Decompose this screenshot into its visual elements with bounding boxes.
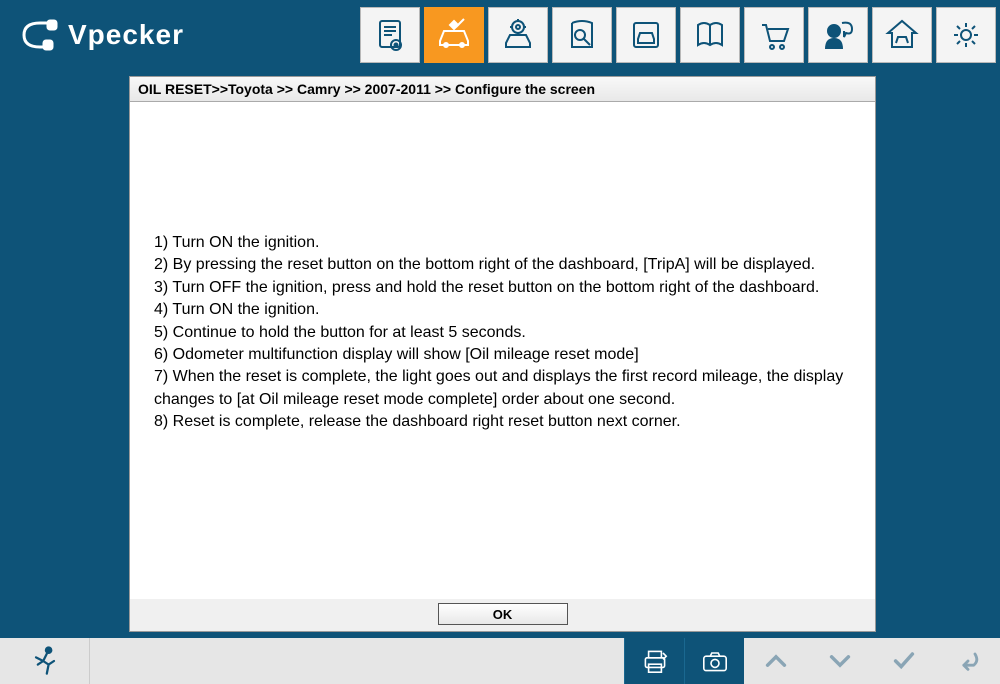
exit-button[interactable] <box>0 638 90 684</box>
toolbar-book[interactable] <box>680 7 740 63</box>
home-car-icon <box>882 15 922 55</box>
footer-actions <box>624 638 1000 684</box>
instruction-line: 7) When the reset is complete, the light… <box>154 366 851 411</box>
screenshot-button[interactable] <box>684 638 744 684</box>
instruction-line: 6) Odometer multifunction display will s… <box>154 344 851 366</box>
diagnose-car-icon <box>498 15 538 55</box>
logo-area: Vpecker <box>20 15 184 55</box>
instructions-text: 1) Turn ON the ignition. 2) By pressing … <box>130 102 875 599</box>
top-header: Vpecker <box>0 0 1000 72</box>
breadcrumb: OIL RESET>>Toyota >> Camry >> 2007-2011 … <box>130 77 875 102</box>
toolbar-diagnose[interactable] <box>488 7 548 63</box>
instruction-line: 5) Continue to hold the button for at le… <box>154 322 851 344</box>
vpecker-logo-icon <box>20 15 60 55</box>
content-area: OIL RESET>>Toyota >> Camry >> 2007-2011 … <box>0 72 1000 636</box>
app-name: Vpecker <box>68 19 184 51</box>
print-button[interactable] <box>624 638 684 684</box>
document-settings-icon <box>370 15 410 55</box>
car-record-icon <box>626 15 666 55</box>
footer-nav <box>744 638 1000 684</box>
bottom-footer <box>0 636 1000 684</box>
toolbar-search-book[interactable] <box>552 7 612 63</box>
ok-button[interactable]: OK <box>438 603 568 625</box>
toolbar-car-record[interactable] <box>616 7 676 63</box>
nav-down-button[interactable] <box>808 638 872 684</box>
camera-icon <box>699 645 731 677</box>
gear-icon <box>946 15 986 55</box>
back-arrow-icon <box>954 647 982 675</box>
toolbar-home[interactable] <box>872 7 932 63</box>
nav-ok-button[interactable] <box>872 638 936 684</box>
running-man-icon <box>27 643 63 679</box>
printer-icon <box>639 645 671 677</box>
car-wrench-icon <box>434 15 474 55</box>
book-icon <box>690 15 730 55</box>
toolbar-user-chat[interactable] <box>808 7 868 63</box>
chevron-up-icon <box>762 647 790 675</box>
top-toolbar <box>356 7 1000 63</box>
toolbar-settings[interactable] <box>936 7 996 63</box>
button-row: OK <box>130 599 875 631</box>
search-book-icon <box>562 15 602 55</box>
user-chat-icon <box>818 15 858 55</box>
instruction-line: 3) Turn OFF the ignition, press and hold… <box>154 277 851 299</box>
instruction-line: 1) Turn ON the ignition. <box>154 232 851 254</box>
main-panel: OIL RESET>>Toyota >> Camry >> 2007-2011 … <box>129 76 876 632</box>
nav-up-button[interactable] <box>744 638 808 684</box>
instruction-line: 8) Reset is complete, release the dashbo… <box>154 411 851 433</box>
toolbar-document[interactable] <box>360 7 420 63</box>
instruction-line: 2) By pressing the reset button on the b… <box>154 254 851 276</box>
chevron-down-icon <box>826 647 854 675</box>
nav-back-button[interactable] <box>936 638 1000 684</box>
check-icon <box>890 647 918 675</box>
cart-icon <box>754 15 794 55</box>
toolbar-car-wrench[interactable] <box>424 7 484 63</box>
toolbar-cart[interactable] <box>744 7 804 63</box>
instruction-line: 4) Turn ON the ignition. <box>154 299 851 321</box>
